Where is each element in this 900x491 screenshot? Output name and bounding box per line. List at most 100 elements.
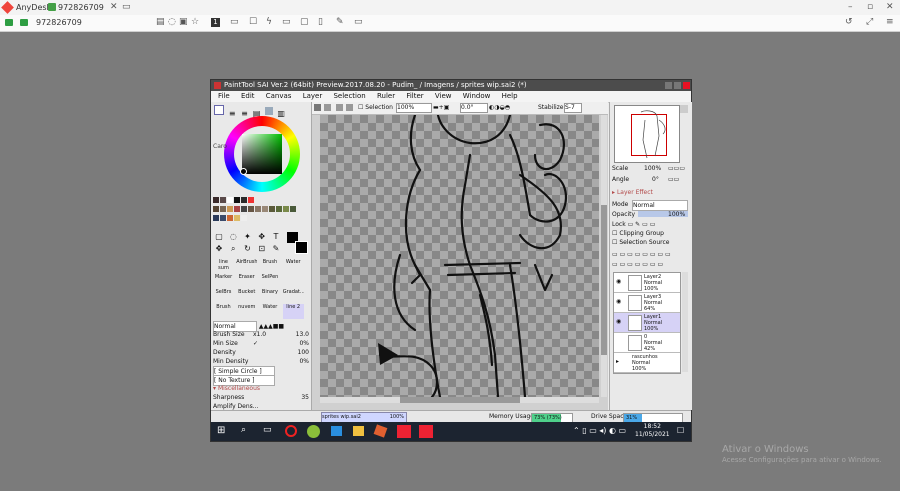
- selection-source-checkbox[interactable]: ☐: [612, 239, 617, 246]
- brush-gradation[interactable]: Gradat...: [283, 289, 304, 304]
- lasso-icon[interactable]: ◌: [228, 232, 238, 242]
- undo-icon[interactable]: [314, 104, 321, 111]
- menu-icon[interactable]: ≡: [886, 15, 894, 30]
- scale-value[interactable]: 100%: [644, 164, 661, 173]
- eye-icon[interactable]: [616, 338, 624, 346]
- rotation-select[interactable]: 0.0°: [460, 103, 488, 113]
- hand-tool-icon[interactable]: ✥: [214, 244, 224, 254]
- sai-taskbar-icon[interactable]: [419, 425, 433, 438]
- rotate-tool-icon[interactable]: ↻: [242, 244, 252, 254]
- text-tool-icon[interactable]: T: [271, 232, 281, 242]
- transform-tool-icon[interactable]: ⊡: [257, 244, 267, 254]
- folder-expand-icon[interactable]: ▸: [616, 358, 624, 366]
- favorite-star-icon[interactable]: ☆: [191, 15, 199, 30]
- color-wheel-mode-icon[interactable]: [214, 105, 224, 115]
- stabilizer-select[interactable]: S-7: [564, 103, 582, 113]
- session-tab[interactable]: 972826709: [58, 0, 104, 15]
- close-window-icon[interactable]: ✕: [886, 0, 894, 15]
- navigator-close-icon[interactable]: [680, 105, 688, 113]
- brush-water[interactable]: Water: [283, 259, 304, 274]
- app-blue-icon[interactable]: [331, 426, 342, 436]
- brush-water-2[interactable]: Water: [259, 304, 280, 319]
- brush-nuvem[interactable]: nuvem: [236, 304, 257, 319]
- history-icon[interactable]: ↺: [845, 15, 853, 30]
- chat-icon[interactable]: [20, 19, 28, 26]
- whiteboard-icon[interactable]: ▯: [318, 15, 323, 30]
- maximize-icon[interactable]: ▫: [867, 0, 873, 15]
- canvas-v-scrollbar[interactable]: [601, 115, 607, 397]
- menu-file[interactable]: File: [218, 91, 230, 102]
- app-green-icon[interactable]: [307, 425, 320, 438]
- task-view-icon[interactable]: ▭: [263, 425, 272, 435]
- screenshot-icon[interactable]: ▢: [300, 15, 309, 30]
- rgb-slider-mode-icon[interactable]: ≡: [228, 109, 236, 118]
- invert-selection-icon[interactable]: [346, 104, 353, 111]
- start-icon[interactable]: ⊞: [217, 426, 227, 436]
- sai-maximize-icon[interactable]: [674, 82, 681, 89]
- brush-airbrush[interactable]: AirBrush: [236, 259, 257, 274]
- layer-actions-1[interactable]: ▭ ▭ ▭ ▭ ▭ ▭ ▭ ▭: [612, 250, 671, 259]
- move-tool-icon[interactable]: ✥: [257, 232, 267, 242]
- layer-effect-label[interactable]: Layer Effect: [617, 189, 653, 196]
- v-scroll-thumb[interactable]: [601, 205, 607, 355]
- menu-ruler[interactable]: Ruler: [377, 91, 395, 102]
- brush-shape-icons[interactable]: ▲▲▲■■: [259, 323, 284, 330]
- menu-help[interactable]: Help: [502, 91, 518, 102]
- misc-collapse-icon[interactable]: ▾: [213, 385, 216, 392]
- layer-item[interactable]: ◉ Layer3 Normal 64%: [614, 293, 680, 313]
- menu-filter[interactable]: Filter: [406, 91, 423, 102]
- search-icon[interactable]: ⌕: [241, 425, 246, 435]
- drawing-canvas[interactable]: [320, 115, 599, 397]
- lock-buttons[interactable]: ▭ ✎ ▭ ▭: [628, 221, 656, 228]
- min-size-value[interactable]: 0%: [299, 339, 309, 348]
- sharpness-value[interactable]: 35: [301, 393, 309, 402]
- file-transfer-icon[interactable]: ▤: [156, 15, 165, 30]
- zoom-select[interactable]: 100%: [396, 103, 432, 113]
- layer-item[interactable]: 0 Normal 42%: [614, 333, 680, 353]
- color-swatches[interactable]: [213, 197, 305, 225]
- monitor-select-button[interactable]: 1: [211, 18, 220, 27]
- misc-label[interactable]: Miscellaneous: [218, 385, 260, 392]
- deselect-icon[interactable]: [336, 104, 343, 111]
- opera-icon[interactable]: [285, 425, 297, 437]
- new-tab-icon[interactable]: ▭: [122, 0, 131, 15]
- rect-select-icon[interactable]: ▢: [214, 232, 224, 242]
- address-field[interactable]: 972826709: [36, 15, 82, 30]
- layer-effect-collapse-icon[interactable]: ▸: [612, 189, 615, 196]
- mute-icon[interactable]: ◌: [168, 15, 176, 30]
- fullscreen-icon[interactable]: ⤢: [866, 15, 873, 30]
- brush-brush[interactable]: Brush: [259, 259, 280, 274]
- menu-edit[interactable]: Edit: [241, 91, 255, 102]
- brush-binary[interactable]: Binary: [259, 289, 280, 304]
- display-settings-icon[interactable]: ▭: [230, 15, 239, 30]
- layer-list-scrollbar[interactable]: [682, 272, 688, 372]
- opacity-value[interactable]: 100%: [668, 210, 685, 219]
- layer-actions-2[interactable]: ▭ ▭ ▭ ▭ ▭ ▭ ▭: [612, 260, 663, 269]
- redo-icon[interactable]: [324, 104, 331, 111]
- sai-minimize-icon[interactable]: [665, 82, 672, 89]
- close-tab-icon[interactable]: ✕: [110, 0, 118, 15]
- eyedropper-icon[interactable]: ✎: [271, 244, 281, 254]
- notification-icon[interactable]: ☐: [677, 426, 684, 435]
- eye-icon[interactable]: ◉: [616, 278, 624, 286]
- canvas-h-scrollbar[interactable]: [320, 397, 599, 403]
- brush-eraser[interactable]: Eraser: [236, 274, 257, 289]
- file-explorer-icon[interactable]: [353, 426, 364, 436]
- privacy-icon[interactable]: ▭: [354, 15, 363, 30]
- brush-selpen[interactable]: SelPen: [259, 274, 280, 289]
- layer-item[interactable]: ◉ Layer2 Normal 100%: [614, 273, 680, 293]
- scratchpad-mode-icon[interactable]: [264, 107, 273, 115]
- actions-lightning-icon[interactable]: ϟ: [266, 15, 272, 30]
- menu-canvas[interactable]: Canvas: [266, 91, 292, 102]
- clipping-checkbox[interactable]: ☐: [612, 230, 617, 237]
- brush-line-sum[interactable]: line sum: [213, 259, 234, 274]
- brush-brush-2[interactable]: Brush: [213, 304, 234, 319]
- anydesk-taskbar-icon[interactable]: [397, 425, 411, 438]
- color-history-icon[interactable]: ▥: [277, 109, 285, 118]
- density-value[interactable]: 100: [298, 348, 309, 357]
- menu-layer[interactable]: Layer: [303, 91, 323, 102]
- selection-toggle[interactable]: ☐ Selection: [358, 104, 393, 112]
- keyboard-icon[interactable]: ▭: [282, 15, 291, 30]
- brush-marker[interactable]: Marker: [213, 274, 234, 289]
- eye-icon[interactable]: ◉: [616, 318, 624, 326]
